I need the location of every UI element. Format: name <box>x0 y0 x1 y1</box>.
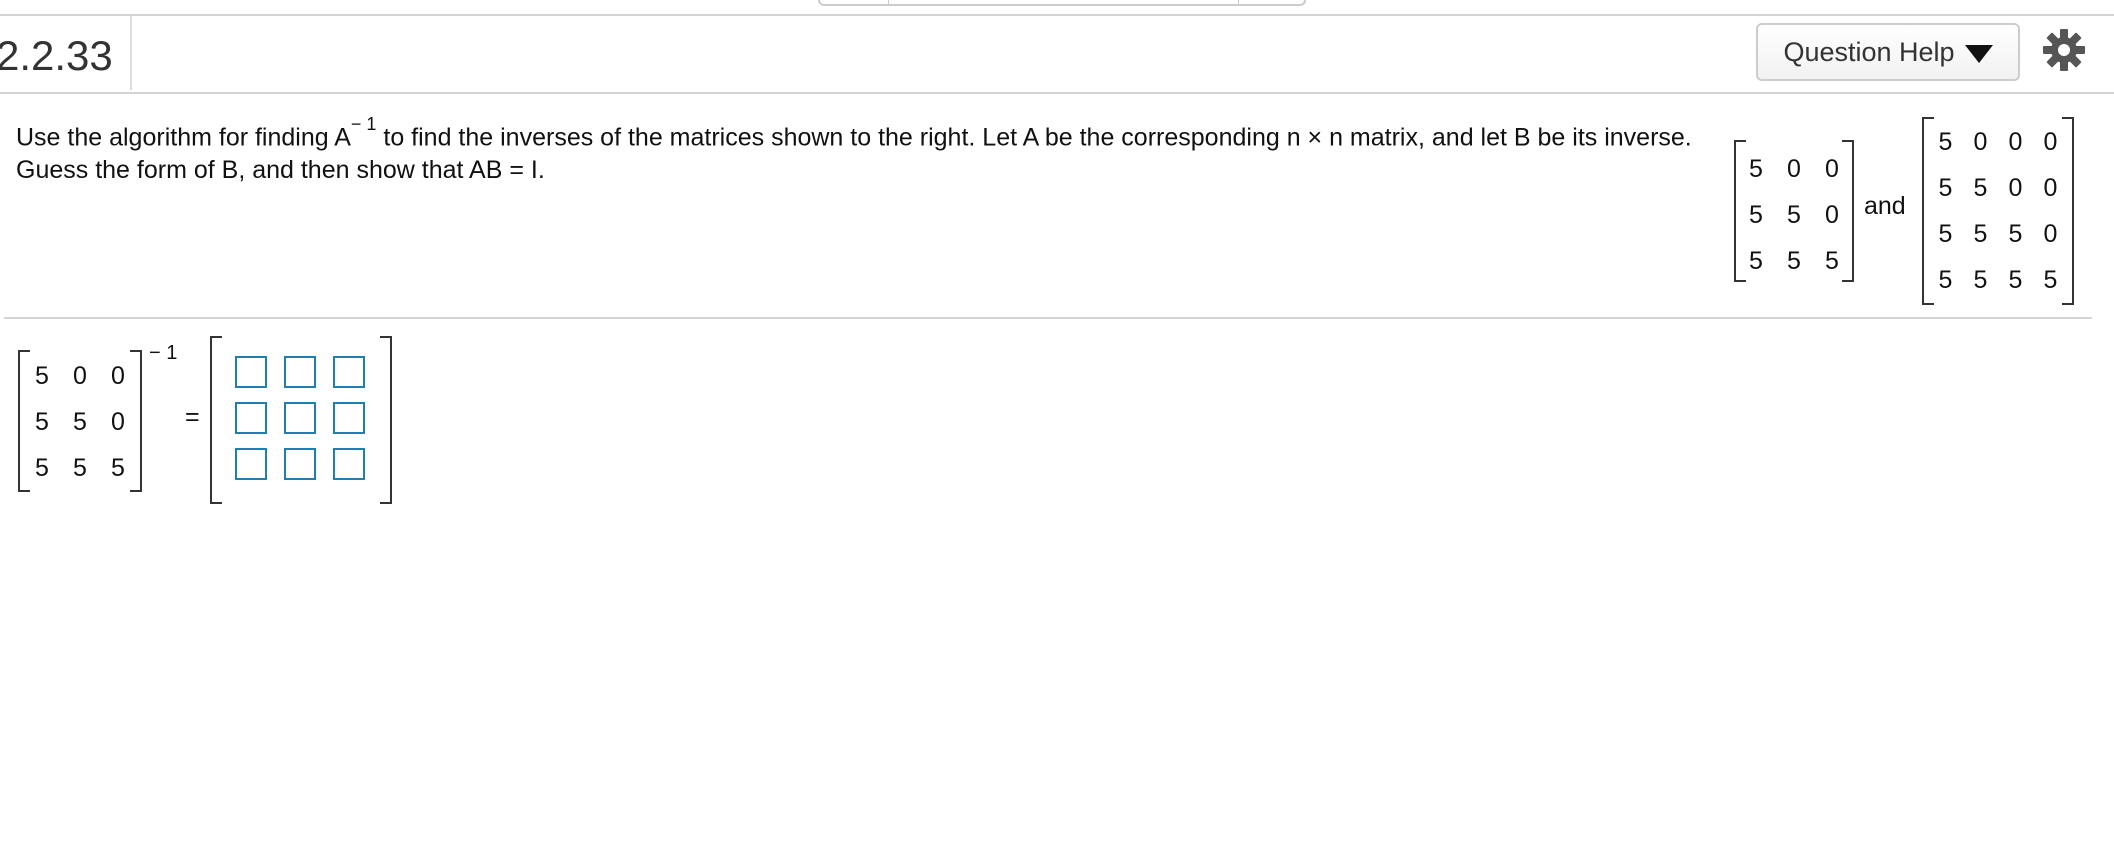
matrix-cell: 0 <box>2008 173 2023 202</box>
answer-input-r3c3[interactable] <box>333 448 365 480</box>
matrix-cell: 5 <box>1787 200 1801 229</box>
matrix-cell: 5 <box>1825 246 1839 275</box>
answer-input-r1c3[interactable] <box>333 356 365 388</box>
answer-input-r3c1[interactable] <box>235 448 267 480</box>
matrix-cell: 5 <box>1973 265 1988 294</box>
answer-input-matrix <box>210 336 392 504</box>
matrix-cell: 5 <box>1938 219 1953 248</box>
matrix-cell: 5 <box>35 407 49 436</box>
matrix-cell: 0 <box>2043 173 2058 202</box>
matrix-cell: 5 <box>2008 265 2023 294</box>
gear-icon[interactable] <box>2042 28 2086 72</box>
matrix-cell: 0 <box>111 361 125 390</box>
matrix-cell: 5 <box>1938 127 1953 156</box>
question-prompt: Use the algorithm for finding A− 1 to fi… <box>16 114 1696 187</box>
answer-source-matrix: 500 550 555 <box>18 350 142 492</box>
matrix-cell: 0 <box>1825 154 1839 183</box>
matrix-connector-and: and <box>1864 192 1906 220</box>
matrix-cell: 5 <box>73 407 87 436</box>
matrix-cell: 0 <box>2043 219 2058 248</box>
equals-sign: = <box>185 403 200 431</box>
section-divider <box>4 317 2092 319</box>
matrix-cell: 0 <box>2008 127 2023 156</box>
matrix-cell: 5 <box>1973 219 1988 248</box>
matrix-cell: 0 <box>73 361 87 390</box>
answer-input-r2c3[interactable] <box>333 402 365 434</box>
top-tab-strip <box>818 0 1306 6</box>
matrix-cell: 5 <box>1749 246 1763 275</box>
prompt-superscript: − 1 <box>350 114 377 134</box>
answer-input-r2c2[interactable] <box>284 402 316 434</box>
matrix-cell: 5 <box>35 453 49 482</box>
matrix-cell: 5 <box>1749 200 1763 229</box>
question-number: 2.2.33 <box>0 32 113 79</box>
top-divider <box>0 14 2114 16</box>
matrix-cell: 5 <box>1749 154 1763 183</box>
answer-input-r1c1[interactable] <box>235 356 267 388</box>
matrix-cell: 5 <box>1787 246 1801 275</box>
header-divider <box>0 92 2114 94</box>
matrix-cell: 5 <box>1938 265 1953 294</box>
answer-input-r1c2[interactable] <box>284 356 316 388</box>
question-help-button[interactable]: Question Help <box>1756 23 2020 81</box>
given-matrix-4x4: 5000 5500 5550 5555 <box>1922 117 2074 305</box>
matrix-cell: 0 <box>1973 127 1988 156</box>
matrix-cell: 0 <box>1787 154 1801 183</box>
inverse-exponent: − 1 <box>149 342 178 364</box>
question-number-separator <box>130 16 132 90</box>
given-matrix-3x3: 500 550 555 <box>1734 140 1854 282</box>
question-help-label: Question Help <box>1783 36 1955 67</box>
prompt-text-start: Use the algorithm for finding A <box>16 123 351 152</box>
matrix-cell: 5 <box>35 361 49 390</box>
matrix-cell: 5 <box>111 453 125 482</box>
matrix-cell: 5 <box>2008 219 2023 248</box>
matrix-cell: 5 <box>73 453 87 482</box>
matrix-cell: 0 <box>111 407 125 436</box>
matrix-cell: 5 <box>1973 173 1988 202</box>
answer-input-r3c2[interactable] <box>284 448 316 480</box>
matrix-cell: 0 <box>2043 127 2058 156</box>
matrix-cell: 5 <box>2043 265 2058 294</box>
matrix-cell: 5 <box>1938 173 1953 202</box>
matrix-cell: 0 <box>1825 200 1839 229</box>
triangle-down-icon <box>1964 45 1993 63</box>
answer-input-r2c1[interactable] <box>235 402 267 434</box>
